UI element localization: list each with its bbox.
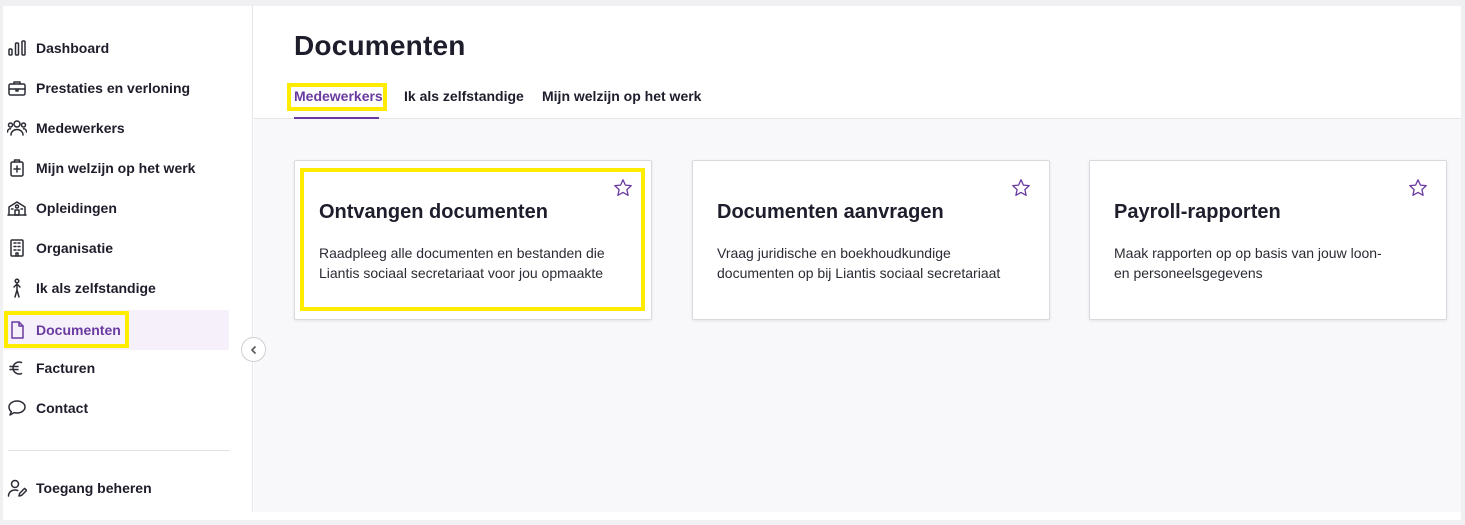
sidebar-item-documenten[interactable]: Documenten [3,310,229,350]
page-title: Documenten [294,30,466,61]
star-icon[interactable] [1011,178,1031,198]
star-icon[interactable] [1408,178,1428,198]
school-building-icon [6,197,28,219]
sidebar-item-label: Opleidingen [36,200,117,216]
sidebar-item-label: Facturen [36,360,96,376]
card-documenten-aanvragen[interactable]: Documenten aanvragen Vraag juridische en… [692,160,1050,320]
sidebar-item-zelfstandige[interactable]: Ik als zelfstandige [3,268,229,308]
office-building-icon [6,237,28,259]
sidebar-item-organisatie[interactable]: Organisatie [3,228,229,268]
card-title: Payroll-rapporten [1114,201,1281,223]
sidebar-item-toegang-beheren[interactable]: Toegang beheren [3,468,229,508]
user-edit-icon [6,477,28,499]
sidebar-item-label: Documenten [36,322,121,338]
sidebar-item-welzijn[interactable]: Mijn welzijn op het werk [3,148,229,188]
tab-ik-als-zelfstandige[interactable]: Ik als zelfstandige [404,88,524,104]
main-content: Documenten Medewerkers Ik als zelfstandi… [254,6,1461,512]
sidebar-item-label: Organisatie [36,240,114,256]
star-icon[interactable] [613,178,633,198]
card-ontvangen-documenten[interactable]: Ontvangen documenten Raadpleeg alle docu… [294,160,652,320]
chevron-left-icon [250,345,256,354]
sidebar-item-label: Prestaties en verloning [36,80,191,96]
sidebar-item-label: Dashboard [36,40,110,56]
active-tab-indicator [294,117,379,119]
card-description: Raadpleeg alle documenten en bestanden d… [319,245,605,281]
sidebar-item-dashboard[interactable]: Dashboard [3,28,229,68]
chart-bars-icon [6,37,28,59]
euro-icon [6,357,28,379]
medical-kit-icon [6,157,28,179]
sidebar-item-label: Ik als zelfstandige [36,280,156,296]
card-payroll-rapporten[interactable]: Payroll-rapporten Maak rapporten op op b… [1089,160,1447,320]
sidebar-item-label: Mijn welzijn op het werk [36,160,196,176]
sidebar: Dashboard Prestaties en verloning Medewe… [3,6,253,512]
tab-mijn-welzijn[interactable]: Mijn welzijn op het werk [542,88,701,104]
briefcase-icon [6,77,28,99]
sidebar-item-medewerkers[interactable]: Medewerkers [3,108,229,148]
card-title: Documenten aanvragen [717,201,944,223]
sidebar-item-prestaties[interactable]: Prestaties en verloning [3,68,229,108]
sidebar-divider [8,450,230,451]
sidebar-item-label: Medewerkers [36,120,125,136]
document-icon [6,319,28,341]
app-window: Dashboard Prestaties en verloning Medewe… [3,6,1461,520]
sidebar-item-label: Contact [36,400,89,416]
card-description: Maak rapporten op op basis van jouw loon… [1114,245,1382,281]
card-title: Ontvangen documenten [319,201,548,223]
sidebar-item-label: Toegang beheren [36,480,152,496]
sidebar-item-contact[interactable]: Contact [3,388,229,428]
chat-bubble-icon [6,397,28,419]
walking-person-icon [6,277,28,299]
sidebar-item-facturen[interactable]: Facturen [3,348,229,388]
sidebar-collapse-button[interactable] [241,337,266,362]
tab-medewerkers[interactable]: Medewerkers [294,88,383,104]
page-header: Documenten Medewerkers Ik als zelfstandi… [254,6,1461,119]
people-icon [6,117,28,139]
sidebar-item-opleidingen[interactable]: Opleidingen [3,188,229,228]
card-description: Vraag juridische en boekhoudkundige docu… [717,245,1001,281]
